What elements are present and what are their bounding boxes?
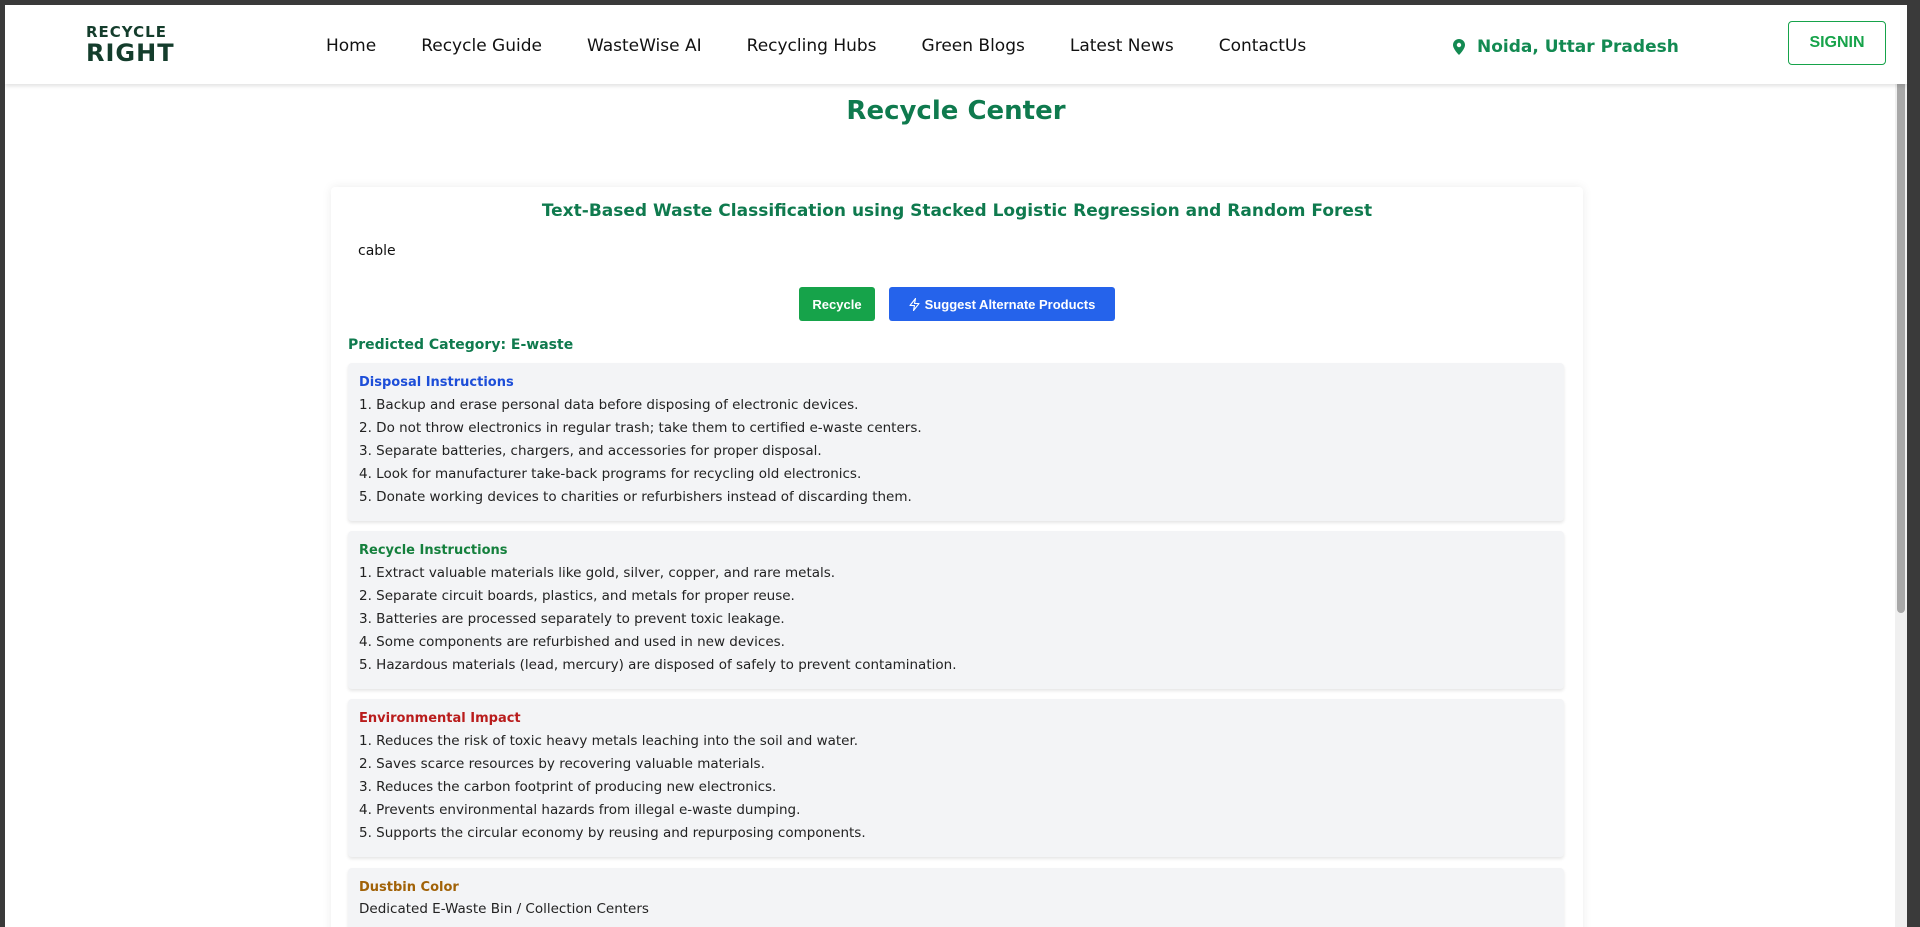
logo[interactable]: RECYCLE RIGHT	[86, 23, 175, 67]
dustbin-color-panel: Dustbin Color Dedicated E-Waste Bin / Co…	[348, 868, 1564, 927]
site-header: RECYCLE RIGHT Home Recycle Guide WasteWi…	[5, 5, 1907, 84]
scrollbar-thumb[interactable]	[1897, 9, 1905, 613]
list-item: 4. Prevents environmental hazards from i…	[359, 802, 801, 818]
recycle-instructions-title: Recycle Instructions	[359, 543, 508, 558]
disposal-instructions-panel: Disposal Instructions 1. Backup and eras…	[348, 363, 1564, 521]
card-title: Text-Based Waste Classification using St…	[541, 201, 1373, 221]
signin-button[interactable]: SIGNIN	[1788, 21, 1886, 65]
nav-recycle-guide[interactable]: Recycle Guide	[421, 36, 542, 56]
location-label: Noida, Uttar Pradesh	[1477, 37, 1679, 57]
page-scrollbar[interactable]	[1895, 5, 1907, 927]
list-item: 1. Reduces the risk of toxic heavy metal…	[359, 733, 859, 749]
recycle-instructions-panel: Recycle Instructions 1. Extract valuable…	[348, 531, 1564, 689]
map-pin-icon	[1453, 39, 1465, 55]
list-item: 2. Separate circuit boards, plastics, an…	[359, 588, 795, 604]
location-selector[interactable]: Noida, Uttar Pradesh	[1453, 37, 1679, 57]
list-item: 3. Separate batteries, chargers, and acc…	[359, 443, 822, 459]
list-item: 2. Do not throw electronics in regular t…	[359, 420, 922, 436]
waste-query-input[interactable]	[356, 242, 1550, 260]
disposal-instructions-title: Disposal Instructions	[359, 375, 514, 390]
dustbin-color-title: Dustbin Color	[359, 880, 459, 895]
list-item: 1. Backup and erase personal data before…	[359, 397, 859, 413]
main-nav: Home Recycle Guide WasteWise AI Recyclin…	[326, 36, 1351, 56]
lightning-icon	[909, 297, 920, 311]
nav-home[interactable]: Home	[326, 36, 376, 56]
list-item: 4. Some components are refurbished and u…	[359, 634, 785, 650]
logo-line2: RIGHT	[86, 39, 175, 67]
list-item: 1. Extract valuable materials like gold,…	[359, 565, 836, 581]
page-title: Recycle Center	[846, 96, 1066, 126]
nav-contact-us[interactable]: ContactUs	[1219, 36, 1306, 56]
list-item: 3. Reduces the carbon footprint of produ…	[359, 779, 777, 795]
environmental-impact-title: Environmental Impact	[359, 711, 521, 726]
nav-green-blogs[interactable]: Green Blogs	[922, 36, 1025, 56]
list-item: 4. Look for manufacturer take-back progr…	[359, 466, 862, 482]
disposal-instructions-list: 1. Backup and erase personal data before…	[359, 394, 1553, 509]
predicted-category: Predicted Category: E-waste	[348, 337, 574, 353]
nav-recycling-hubs[interactable]: Recycling Hubs	[747, 36, 877, 56]
list-item: 3. Batteries are processed separately to…	[359, 611, 785, 627]
list-item: 5. Donate working devices to charities o…	[359, 489, 912, 505]
list-item: 2. Saves scarce resources by recovering …	[359, 756, 765, 772]
list-item: 5. Supports the circular economy by reus…	[359, 825, 866, 841]
browser-viewport: RECYCLE RIGHT Home Recycle Guide WasteWi…	[5, 5, 1907, 927]
suggest-alternate-products-button[interactable]: Suggest Alternate Products	[889, 287, 1115, 321]
nav-wastewise-ai[interactable]: WasteWise AI	[587, 36, 702, 56]
environmental-impact-panel: Environmental Impact 1. Reduces the risk…	[348, 699, 1564, 857]
environmental-impact-list: 1. Reduces the risk of toxic heavy metal…	[359, 730, 1553, 845]
nav-latest-news[interactable]: Latest News	[1070, 36, 1174, 56]
logo-line1: RECYCLE	[86, 23, 167, 41]
list-item: 5. Hazardous materials (lead, mercury) a…	[359, 657, 957, 673]
suggest-button-label: Suggest Alternate Products	[924, 296, 1096, 312]
recycle-instructions-list: 1. Extract valuable materials like gold,…	[359, 562, 1553, 677]
recycle-button[interactable]: Recycle	[799, 287, 875, 321]
classifier-card: Text-Based Waste Classification using St…	[331, 187, 1583, 927]
dustbin-color-value: Dedicated E-Waste Bin / Collection Cente…	[359, 901, 649, 917]
